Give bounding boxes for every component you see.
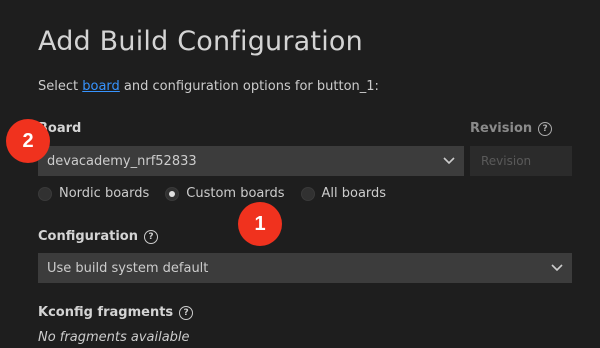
revision-input[interactable]: Revision [470,146,572,176]
board-filter-radios: Nordic boards Custom boards All boards [38,186,402,201]
annotation-badge-2: 2 [6,119,50,163]
radio-all-boards[interactable]: All boards [300,186,387,201]
kconfig-empty-text: No fragments available [38,330,190,345]
radio-label: Nordic boards [59,186,150,201]
subtitle-suffix: and configuration options for button_1: [119,79,379,94]
radio-label: All boards [321,186,387,201]
configuration-label: Configuration ? [38,229,158,244]
board-link[interactable]: board [82,79,120,94]
configuration-select-value: Use build system default [47,260,209,276]
help-circle-icon[interactable]: ? [179,305,194,320]
page-title: Add Build Configuration [38,26,363,57]
radio-button-checked[interactable] [165,186,180,201]
board-select-value: devacademy_nrf52833 [47,153,197,169]
revision-label: Revision ? [470,121,553,136]
chevron-down-icon [551,264,563,272]
kconfig-label-text: Kconfig fragments [38,305,174,320]
kconfig-label: Kconfig fragments ? [38,305,194,320]
revision-label-text: Revision [470,121,533,136]
revision-placeholder: Revision [481,154,532,168]
board-select[interactable]: devacademy_nrf52833 [38,146,464,176]
radio-button[interactable] [38,186,52,201]
subtitle-prefix: Select [38,79,83,94]
radio-button[interactable] [300,186,315,201]
annotation-badge-1: 1 [238,202,282,246]
configuration-select[interactable]: Use build system default [38,253,572,283]
page-subtitle: Select board and configuration options f… [38,79,379,94]
chevron-down-icon [443,157,455,165]
help-circle-icon[interactable]: ? [538,121,553,136]
configuration-label-text: Configuration [38,229,138,244]
radio-nordic-boards[interactable]: Nordic boards [38,186,149,201]
radio-custom-boards[interactable]: Custom boards [165,186,285,201]
help-circle-icon[interactable]: ? [143,229,158,244]
radio-label: Custom boards [186,186,285,201]
